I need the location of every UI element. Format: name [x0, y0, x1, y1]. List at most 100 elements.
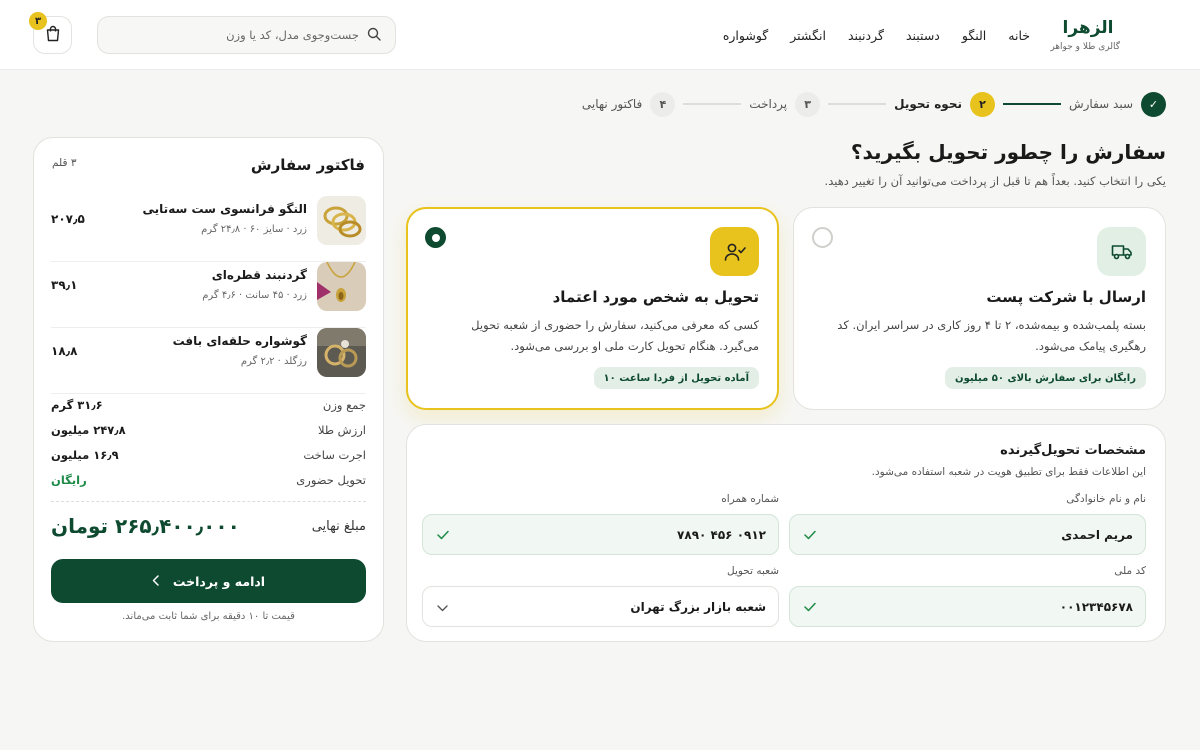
step-label: نحوه تحویل	[894, 97, 962, 111]
brand-name: الزهرا	[1062, 18, 1114, 38]
search-input[interactable]: جست‌وجوی مدل، کد یا وزن	[97, 16, 396, 54]
option-tag: آماده تحویل از فردا ساعت ۱۰	[593, 367, 759, 389]
summary-row-delivery: تحویل حضوری رایگان	[51, 473, 366, 487]
name-field[interactable]: مریم احمدی	[789, 514, 1146, 555]
delivery-option-trusted-person[interactable]: تحویل به شخص مورد اعتماد کسی که معرفی می…	[406, 207, 779, 410]
branch-select[interactable]: شعبه بازار بزرگ تهران	[422, 586, 779, 627]
option-description: کسی که معرفی می‌کنید، سفارش را حضوری از …	[471, 318, 759, 353]
product-thumbnail-bangles	[317, 196, 366, 245]
step-delivery: ۲ نحوه تحویل	[894, 91, 995, 117]
step-cart[interactable]: ✓ سبد سفارش	[1068, 91, 1166, 117]
brand-tagline: گالری طلا و جواهر	[1050, 42, 1120, 52]
step-connector	[828, 103, 887, 105]
step-label: پرداخت	[749, 97, 788, 111]
chevron-left-icon	[152, 574, 159, 589]
truck-icon	[1097, 227, 1146, 276]
search-icon	[367, 26, 381, 45]
product-thumbnail-earrings	[317, 328, 366, 377]
nav-item-bracelets[interactable]: دستبند	[906, 28, 940, 43]
step-label: فاکتور نهایی	[581, 97, 643, 111]
summary-label: اجرت ساخت	[303, 448, 366, 462]
continue-to-payment-button[interactable]: ادامه و پرداخت	[51, 559, 366, 603]
item-meta: زرد · ۴۵ سانت · ۴٫۶ گرم	[202, 290, 307, 301]
nav-item-bangles[interactable]: النگو	[962, 28, 986, 43]
step-connector	[1002, 103, 1061, 105]
option-title: ارسال با شرکت پست	[986, 288, 1146, 306]
step-number: ۲	[969, 91, 995, 117]
national-id-field[interactable]: ۰۰۱۲۳۴۵۶۷۸	[789, 586, 1146, 627]
search-placeholder: جست‌وجوی مدل، کد یا وزن	[226, 28, 359, 42]
option-tag: رایگان برای سفارش بالای ۵۰ میلیون	[945, 367, 1146, 389]
continue-button-label: ادامه و پرداخت	[172, 573, 266, 589]
nav-item-rings[interactable]: انگشتر	[790, 28, 826, 43]
step-connector	[683, 103, 742, 105]
divider	[51, 501, 366, 502]
option-title: تحویل به شخص مورد اعتماد	[552, 288, 759, 306]
chevron-down-icon	[437, 597, 448, 616]
summary-value: ۲۴۷٫۸ میلیون	[51, 423, 126, 437]
name-value: مریم احمدی	[1061, 527, 1133, 542]
item-meta: زرد · سایز ۶۰ · ۲۴٫۸ گرم	[201, 224, 307, 235]
main-nav: خانه النگو دستبند گردنبند انگشتر گوشواره	[723, 0, 1030, 70]
invoice-item: النگو فرانسوی ست سه‌تایی زرد · سایز ۶۰ ·…	[51, 196, 366, 262]
name-label: نام و نام خانوادگی	[1066, 493, 1146, 505]
step-label: سبد سفارش	[1068, 97, 1133, 111]
step-number: ۳	[795, 91, 821, 117]
price-lock-note: قیمت تا ۱۰ دقیقه برای شما ثابت می‌ماند.	[122, 611, 295, 622]
step-payment: ۳ پرداخت	[749, 91, 821, 117]
item-price: ۳۹٫۱	[51, 278, 78, 292]
national-id-label: کد ملی	[1114, 565, 1146, 577]
step-done-check-icon: ✓	[1141, 91, 1166, 117]
invoice-item: گوشواره حلقه‌ای بافت رزگلد · ۲٫۲ گرم ۱۸٫…	[51, 328, 366, 394]
summary-row-gold-value: ارزش طلا ۲۴۷٫۸ میلیون	[51, 423, 366, 437]
checkout-stepper: ✓ سبد سفارش ۲ نحوه تحویل ۳ پرداخت ۴ فاکت…	[582, 91, 1166, 117]
item-name: گوشواره حلقه‌ای بافت	[172, 334, 307, 348]
page-title: سفارش را چطور تحویل بگیرید؟	[850, 140, 1166, 164]
item-price: ۲۰۷٫۵	[51, 212, 85, 226]
phone-field[interactable]: ۰۹۱۲ ۴۵۶ ۷۸۹۰	[422, 514, 779, 555]
nav-item-home[interactable]: خانه	[1008, 28, 1030, 43]
logo[interactable]: الزهرا گالری طلا و جواهر	[1050, 18, 1120, 52]
delivery-option-post[interactable]: ارسال با شرکت پست بسته پلمب‌شده و بیمه‌ش…	[793, 207, 1166, 410]
summary-label: جمع وزن	[322, 398, 366, 412]
invoice-title: فاکتور سفارش	[250, 156, 365, 174]
shopping-bag-icon	[45, 25, 61, 46]
user-check-icon	[710, 227, 759, 276]
branch-value: شعبه بازار بزرگ تهران	[630, 599, 766, 614]
phone-label: شماره همراه	[721, 493, 779, 505]
check-icon	[804, 597, 816, 616]
option-description: بسته پلمب‌شده و بیمه‌شده، ۲ تا ۴ روز کار…	[837, 318, 1146, 353]
summary-value: ۱۶٫۹ میلیون	[51, 448, 119, 462]
step-final-invoice: ۴ فاکتور نهایی	[581, 91, 676, 117]
nav-item-earrings[interactable]: گوشواره	[723, 28, 768, 43]
nav-item-necklaces[interactable]: گردنبند	[848, 28, 884, 43]
check-icon	[804, 525, 816, 544]
branch-label: شعبه تحویل	[727, 565, 779, 577]
invoice-item-count: ۳ قلم	[52, 157, 77, 169]
cart-count-badge: ۳	[29, 12, 47, 30]
step-number: ۴	[650, 91, 676, 117]
summary-value: رایگان	[51, 473, 87, 487]
summary-value: ۳۱٫۶ گرم	[51, 398, 103, 412]
national-id-value: ۰۰۱۲۳۴۵۶۷۸	[1059, 599, 1133, 614]
product-thumbnail-necklace	[317, 262, 366, 311]
item-price: ۱۸٫۸	[51, 344, 78, 358]
order-invoice-card: فاکتور سفارش ۳ قلم النگو فرانسوی ست سه‌ت…	[33, 137, 384, 642]
summary-row-making-fee: اجرت ساخت ۱۶٫۹ میلیون	[51, 448, 366, 462]
invoice-item: گردنبند قطره‌ای زرد · ۴۵ سانت · ۴٫۶ گرم …	[51, 262, 366, 328]
phone-value: ۰۹۱۲ ۴۵۶ ۷۸۹۰	[677, 527, 766, 542]
summary-label: تحویل حضوری	[296, 473, 366, 487]
recipient-title: مشخصات تحویل‌گیرنده	[1000, 443, 1146, 458]
page-subtitle: یکی را انتخاب کنید. بعداً هم تا قبل از پ…	[824, 174, 1166, 188]
item-meta: رزگلد · ۲٫۲ گرم	[240, 356, 307, 367]
radio-selected[interactable]	[425, 227, 446, 248]
recipient-details-card: مشخصات تحویل‌گیرنده این اطلاعات فقط برای…	[406, 424, 1166, 642]
recipient-subtitle: این اطلاعات فقط برای تطبیق هویت در شعبه …	[871, 466, 1146, 478]
cart-button[interactable]: ۳	[29, 12, 72, 54]
item-name: گردنبند قطره‌ای	[211, 268, 307, 282]
final-amount-label: مبلغ نهایی	[311, 519, 366, 534]
final-amount-value: ۲۶۵٫۴۰۰٫۰۰۰ تومان	[51, 514, 240, 538]
top-header: الزهرا گالری طلا و جواهر خانه النگو دستب…	[0, 0, 1200, 70]
check-icon	[437, 525, 449, 544]
radio-unselected[interactable]	[812, 227, 833, 248]
